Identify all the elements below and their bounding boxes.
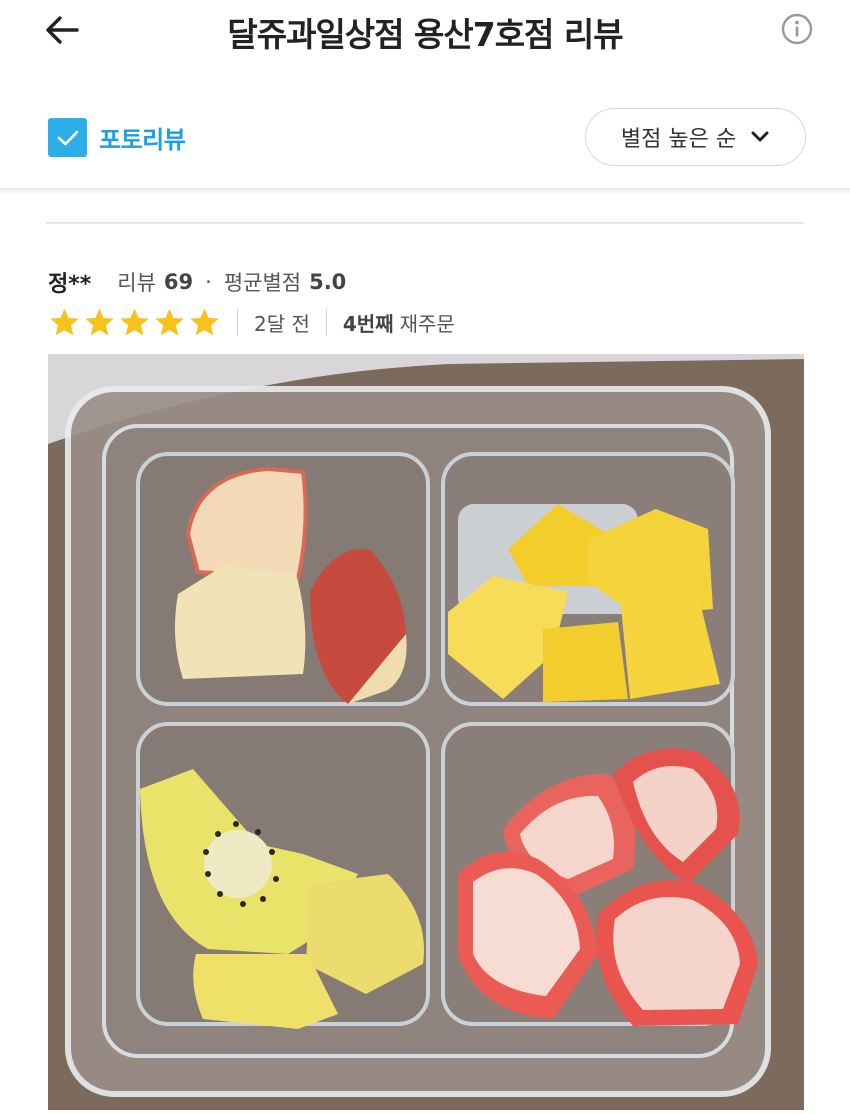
photo-review-checkbox[interactable] <box>48 118 87 157</box>
fruit-container-image <box>48 354 804 1110</box>
reorder-label: 재주문 <box>399 311 455 336</box>
rating-row: 2달 전 4번째 재주문 <box>48 305 455 339</box>
page-title: 달쥬과일상점 용산7호점 리뷰 <box>227 15 623 54</box>
separator <box>325 309 327 335</box>
sort-dropdown[interactable]: 별점 높은 순 <box>585 108 806 166</box>
star-icon <box>190 307 219 335</box>
star-icon <box>85 307 114 335</box>
star-rating <box>48 306 221 339</box>
divider <box>46 222 804 224</box>
avg-rating-label: 평균별점 <box>223 271 302 295</box>
star-icon <box>50 307 79 335</box>
avg-rating: 5.0 <box>309 270 347 294</box>
photo-review-toggle[interactable]: 포토리뷰 <box>48 118 186 157</box>
header-shadow <box>0 188 850 194</box>
info-button[interactable] <box>780 12 814 46</box>
reviewer-info: 정** 리뷰 69 · 평균별점 5.0 <box>48 266 346 298</box>
star-icon <box>155 307 184 335</box>
review-photo[interactable] <box>48 354 804 1110</box>
review-date: 2달 전 <box>254 311 310 336</box>
separator-dot: · <box>205 270 212 294</box>
chevron-down-icon <box>751 131 769 142</box>
review-count-label: 리뷰 <box>117 271 156 295</box>
separator <box>237 309 238 335</box>
reorder-count: 4번째 <box>342 311 394 336</box>
photo-review-label: 포토리뷰 <box>99 126 186 154</box>
review-count: 69 <box>163 270 194 294</box>
filter-bar: 포토리뷰 별점 높은 순 <box>0 90 850 186</box>
star-icon <box>120 307 149 335</box>
app-header: 달쥬과일상점 용산7호점 리뷰 <box>0 0 850 62</box>
reviewer-name[interactable]: 정** <box>48 266 91 298</box>
info-circle-icon <box>781 13 813 45</box>
sort-label: 별점 높은 순 <box>620 127 737 152</box>
checkmark-icon <box>57 130 78 145</box>
